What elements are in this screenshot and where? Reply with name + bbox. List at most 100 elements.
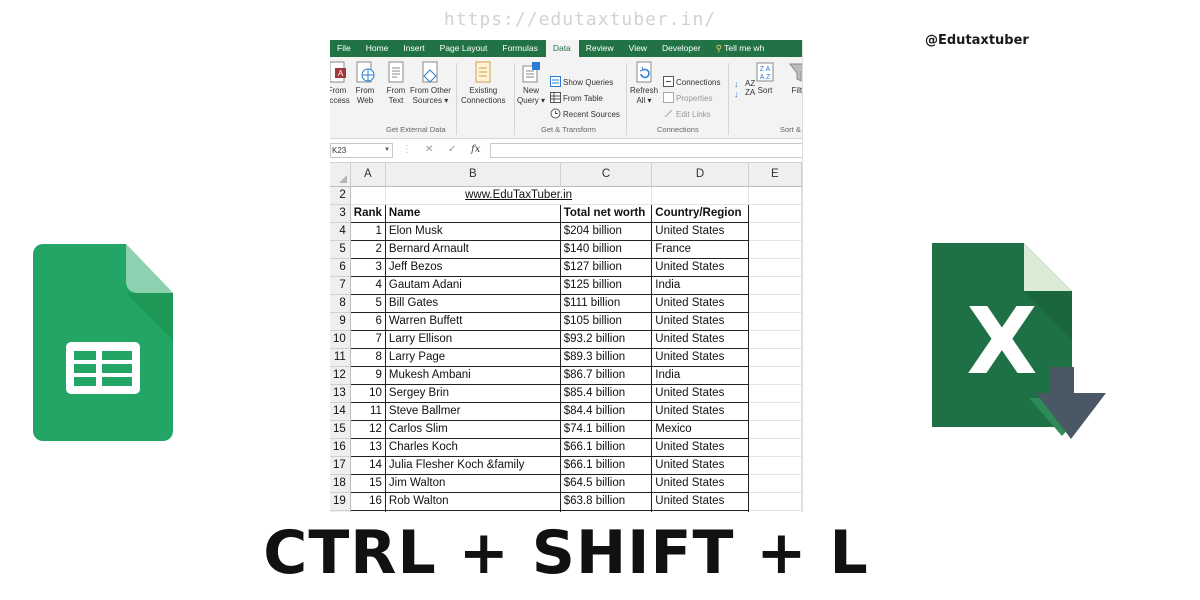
worth-header-cell[interactable]: Total net worth — [559, 203, 653, 223]
connections-button[interactable]: Connections — [663, 76, 720, 90]
name-cell[interactable]: Elon Musk — [384, 221, 561, 241]
country-cell[interactable]: United States — [651, 293, 749, 313]
rank-cell[interactable]: 4 — [349, 275, 386, 295]
tab-data[interactable]: Data — [545, 40, 579, 57]
country-cell[interactable]: United States — [651, 383, 749, 403]
website-link-cell[interactable]: www.EduTaxTuber.in — [385, 186, 653, 205]
from-other-sources-button[interactable]: From Other Sources ▾ — [410, 60, 451, 106]
column-header-e[interactable]: E — [748, 163, 802, 187]
filter-button[interactable]: Filte — [788, 60, 802, 96]
worth-cell[interactable]: $127 billion — [559, 257, 653, 277]
name-cell[interactable]: Charles Koch — [384, 437, 561, 457]
edit-links-button[interactable]: Edit Links — [663, 108, 711, 122]
tab-insert[interactable]: Insert — [396, 40, 432, 57]
column-header-d[interactable]: D — [651, 163, 749, 187]
properties-button[interactable]: Properties — [663, 92, 712, 106]
rank-cell[interactable]: 9 — [349, 365, 386, 385]
name-cell[interactable]: Larry Page — [384, 347, 561, 367]
row-header[interactable]: 8 — [330, 294, 351, 313]
rank-cell[interactable]: 3 — [349, 257, 386, 277]
country-cell[interactable]: United States — [651, 329, 749, 349]
worth-cell[interactable]: $105 billion — [559, 311, 653, 331]
country-cell[interactable]: United States — [651, 257, 749, 277]
tab-formulas[interactable]: Formulas — [495, 40, 545, 57]
worth-cell[interactable]: $125 billion — [559, 275, 653, 295]
cell[interactable] — [748, 456, 802, 475]
row-header[interactable]: 4 — [330, 222, 351, 241]
name-cell[interactable]: Larry Ellison — [384, 329, 561, 349]
cell[interactable] — [748, 204, 802, 223]
show-queries-button[interactable]: Show Queries — [550, 76, 613, 90]
worth-cell[interactable]: $74.1 billion — [559, 419, 653, 439]
column-header-b[interactable]: B — [385, 163, 561, 187]
cell[interactable] — [748, 402, 802, 421]
row-header[interactable]: 18 — [330, 474, 351, 493]
worth-cell[interactable]: $66.1 billion — [559, 455, 653, 475]
cell[interactable] — [748, 474, 802, 493]
country-cell[interactable]: France — [651, 239, 749, 259]
worth-cell[interactable]: $63.8 billion — [559, 491, 653, 511]
tell-me-box[interactable]: ⚲ Tell me wh — [709, 40, 773, 57]
cell[interactable] — [350, 186, 386, 205]
row-header[interactable]: 16 — [330, 438, 351, 457]
name-header-cell[interactable]: Name — [384, 203, 561, 223]
worth-cell[interactable]: $89.3 billion — [559, 347, 653, 367]
cell[interactable] — [748, 294, 802, 313]
cell[interactable] — [748, 348, 802, 367]
row-header[interactable]: 20 — [330, 510, 351, 512]
rank-cell[interactable]: 12 — [349, 419, 386, 439]
name-cell[interactable]: Rob Walton — [384, 491, 561, 511]
worth-cell[interactable]: $84.4 billion — [559, 401, 653, 421]
rank-cell[interactable]: 1 — [349, 221, 386, 241]
row-header[interactable]: 5 — [330, 240, 351, 259]
recent-sources-button[interactable]: Recent Sources — [550, 108, 620, 122]
worth-cell[interactable]: $62.9 billion — [559, 509, 653, 512]
cell[interactable] — [748, 258, 802, 277]
row-header[interactable]: 19 — [330, 492, 351, 511]
country-cell[interactable]: United States — [651, 491, 749, 511]
tab-view[interactable]: View — [622, 40, 655, 57]
from-web-button[interactable]: From Web — [354, 60, 376, 106]
sort-button[interactable]: Z AA Z Sort — [754, 60, 776, 96]
rank-header-cell[interactable]: Rank — [349, 203, 386, 223]
worth-cell[interactable]: $140 billion — [559, 239, 653, 259]
country-cell[interactable]: United States — [651, 437, 749, 457]
row-header[interactable]: 9 — [330, 312, 351, 331]
cell[interactable] — [748, 384, 802, 403]
from-text-button[interactable]: From Text — [385, 60, 407, 106]
name-cell[interactable]: Bernard Arnault — [384, 239, 561, 259]
name-cell[interactable]: Warren Buffett — [384, 311, 561, 331]
row-header[interactable]: 14 — [330, 402, 351, 421]
row-header[interactable]: 15 — [330, 420, 351, 439]
worth-cell[interactable]: $86.7 billion — [559, 365, 653, 385]
rank-cell[interactable]: 11 — [349, 401, 386, 421]
row-header[interactable]: 3 — [330, 204, 351, 223]
cell[interactable] — [748, 222, 802, 241]
column-header-c[interactable]: C — [560, 163, 653, 187]
rank-cell[interactable]: 7 — [349, 329, 386, 349]
rank-cell[interactable]: 16 — [349, 491, 386, 511]
rank-cell[interactable]: 13 — [349, 437, 386, 457]
row-header[interactable]: 11 — [330, 348, 351, 367]
rank-cell[interactable]: 8 — [349, 347, 386, 367]
name-cell[interactable]: Jeff Bezos — [384, 257, 561, 277]
name-cell[interactable]: Sergey Brin — [384, 383, 561, 403]
country-cell[interactable]: India — [651, 365, 749, 385]
worth-cell[interactable]: $111 billion — [559, 293, 653, 313]
cell[interactable] — [748, 510, 802, 512]
tab-page-layout[interactable]: Page Layout — [433, 40, 496, 57]
worth-cell[interactable]: $66.1 billion — [559, 437, 653, 457]
from-table-button[interactable]: From Table — [550, 92, 603, 106]
cell[interactable] — [748, 366, 802, 385]
worth-cell[interactable]: $64.5 billion — [559, 473, 653, 493]
name-cell[interactable]: Mukesh Ambani — [384, 365, 561, 385]
row-header[interactable]: 7 — [330, 276, 351, 295]
country-cell[interactable]: United States — [651, 455, 749, 475]
tab-developer[interactable]: Developer — [655, 40, 709, 57]
name-cell[interactable]: Carlos Slim — [384, 419, 561, 439]
row-header[interactable]: 17 — [330, 456, 351, 475]
tab-home[interactable]: Home — [359, 40, 397, 57]
cancel-icon[interactable]: ✕ — [425, 144, 433, 155]
row-header[interactable]: 13 — [330, 384, 351, 403]
country-cell[interactable]: India — [651, 275, 749, 295]
